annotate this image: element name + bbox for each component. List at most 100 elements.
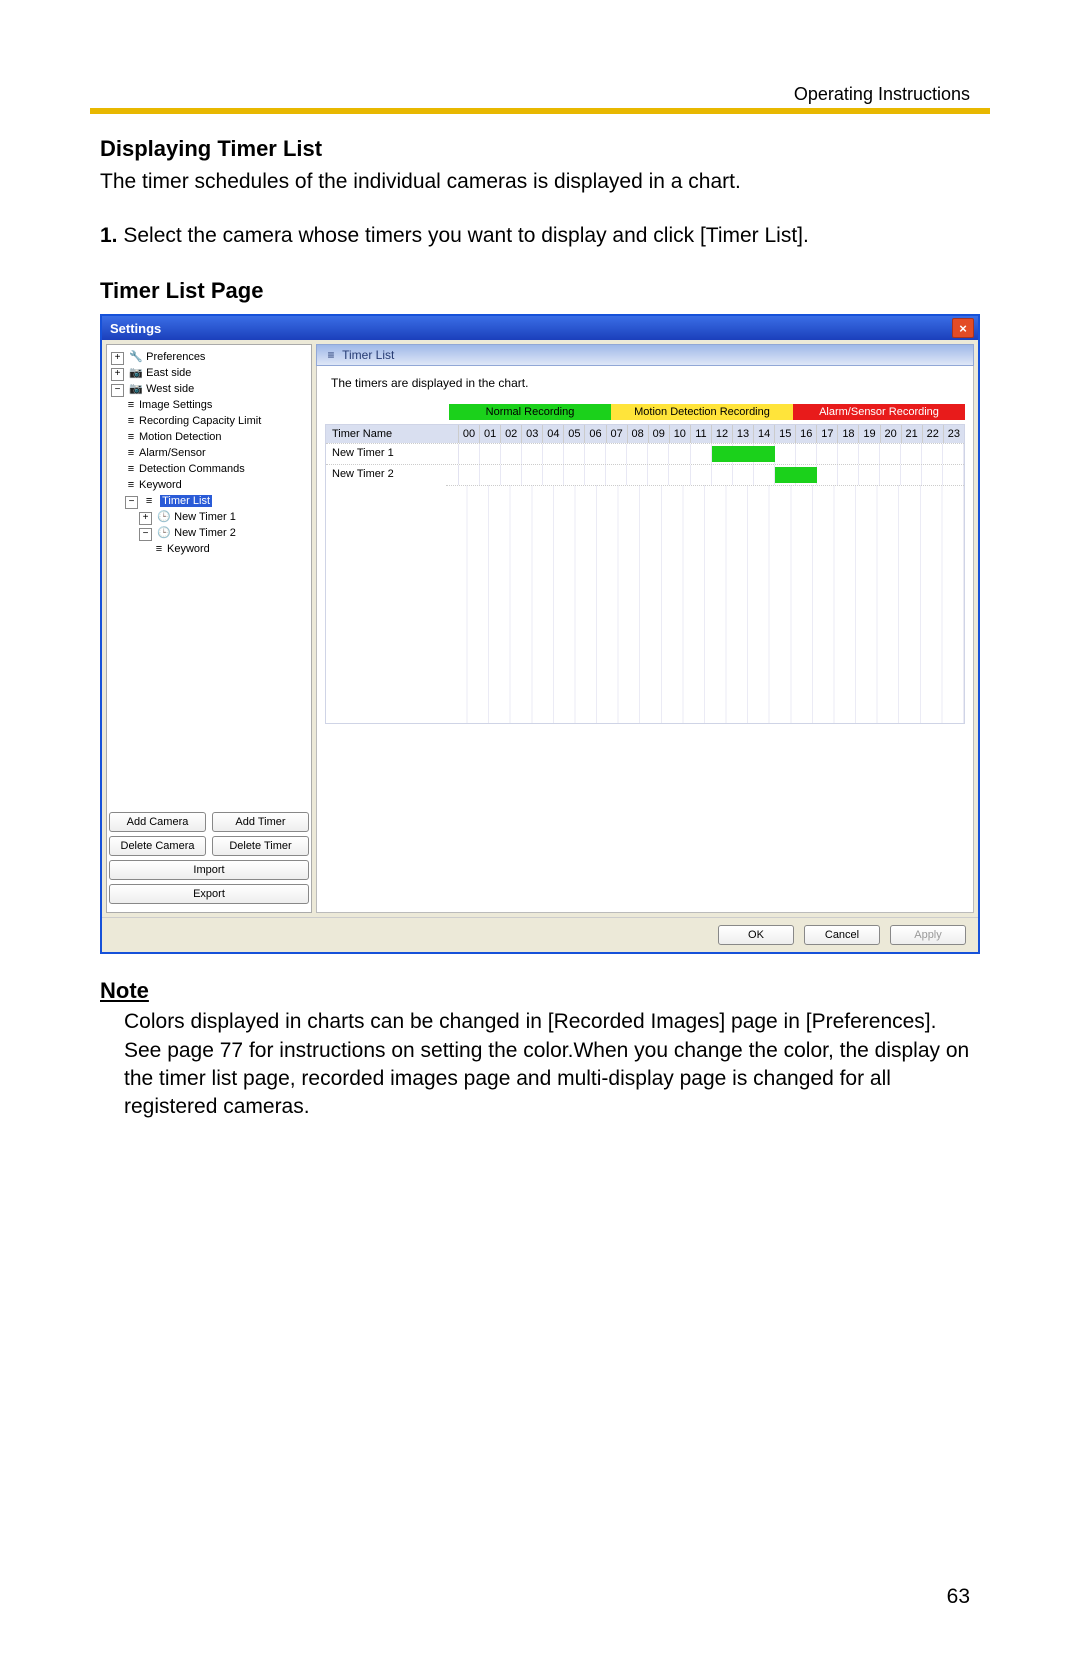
hour-header-cell: 16 xyxy=(796,425,817,443)
timer-name-cell: New Timer 2 xyxy=(326,465,459,485)
hour-cell xyxy=(522,465,543,485)
delete-timer-button[interactable]: Delete Timer xyxy=(212,836,309,856)
tree-timer-list[interactable]: − ≡ Timer List + 🕒 New Timer 1 xyxy=(125,493,309,557)
tree-recording-capacity[interactable]: ≡Recording Capacity Limit xyxy=(125,413,309,429)
hour-cell xyxy=(627,444,648,464)
wrench-icon: 🔧 xyxy=(129,349,141,365)
close-button[interactable]: × xyxy=(952,318,974,338)
hour-cell xyxy=(585,465,606,485)
hour-header-cell: 00 xyxy=(459,425,480,443)
list-icon: ≡ xyxy=(125,397,137,413)
timer-row[interactable]: New Timer 1 xyxy=(326,443,964,464)
ok-button[interactable]: OK xyxy=(718,925,794,945)
page-number: 63 xyxy=(947,1585,970,1609)
sidebar-buttons: Add Camera Add Timer Delete Camera Delet… xyxy=(109,812,309,908)
tree-keyword[interactable]: ≡Keyword xyxy=(125,477,309,493)
hour-header-cell: 01 xyxy=(480,425,501,443)
expand-icon[interactable]: + xyxy=(111,352,124,365)
cancel-button[interactable]: Cancel xyxy=(804,925,880,945)
step-text: Select the camera whose timers you want … xyxy=(123,224,809,247)
hour-cell xyxy=(501,465,522,485)
panel-description: The timers are displayed in the chart. xyxy=(325,376,965,390)
tree-east-side[interactable]: + 📷 East side xyxy=(111,365,309,381)
hour-cell xyxy=(669,444,690,464)
hour-cell xyxy=(522,444,543,464)
note-body: Colors displayed in charts can be change… xyxy=(124,1008,970,1121)
step-1: 1. Select the camera whose timers you wa… xyxy=(100,224,970,248)
timer-bar[interactable] xyxy=(775,467,817,483)
hour-cell xyxy=(880,465,901,485)
hour-cell xyxy=(585,444,606,464)
legend-motion: Motion Detection Recording xyxy=(611,404,793,420)
hour-cell xyxy=(480,444,501,464)
header-right: Operating Instructions xyxy=(794,84,970,105)
import-button[interactable]: Import xyxy=(109,860,309,880)
hour-cell xyxy=(669,465,690,485)
clock-icon: 🕒 xyxy=(157,525,169,541)
tree-alarm-sensor[interactable]: ≡Alarm/Sensor xyxy=(125,445,309,461)
list-icon: ≡ xyxy=(125,413,137,429)
header-rule xyxy=(90,108,990,114)
hour-header-cell: 22 xyxy=(923,425,944,443)
tree-west-side[interactable]: − 📷 West side ≡Image Settings ≡Recording… xyxy=(111,381,309,557)
hour-header-cell: 19 xyxy=(859,425,880,443)
hour-cell xyxy=(859,465,880,485)
hour-header-cell: 20 xyxy=(881,425,902,443)
list-icon: ≡ xyxy=(143,493,155,509)
add-timer-button[interactable]: Add Timer xyxy=(212,812,309,832)
hour-header-cell: 18 xyxy=(838,425,859,443)
hour-cell xyxy=(796,444,817,464)
hour-cell xyxy=(543,465,564,485)
timer-bar[interactable] xyxy=(712,446,775,462)
tree-new-timer-2[interactable]: − 🕒 New Timer 2 ≡Keyword xyxy=(139,525,309,557)
add-camera-button[interactable]: Add Camera xyxy=(109,812,206,832)
hour-cell xyxy=(859,444,880,464)
hour-header-cell: 23 xyxy=(944,425,964,443)
hour-header-cell: 05 xyxy=(564,425,585,443)
apply-button[interactable]: Apply xyxy=(890,925,966,945)
export-button[interactable]: Export xyxy=(109,884,309,904)
legend: Normal Recording Motion Detection Record… xyxy=(325,404,965,420)
window-title: Settings xyxy=(110,321,161,336)
tree-motion-detection[interactable]: ≡Motion Detection xyxy=(125,429,309,445)
tree-label: New Timer 1 xyxy=(174,511,236,523)
collapse-icon[interactable]: − xyxy=(111,384,124,397)
hour-header-cell: 13 xyxy=(733,425,754,443)
tree-new-timer-1[interactable]: + 🕒 New Timer 1 xyxy=(139,509,309,525)
timer-hours xyxy=(459,465,964,485)
subheading-timer-list-page: Timer List Page xyxy=(100,278,970,304)
tree-preferences[interactable]: + 🔧 Preferences xyxy=(111,349,309,365)
hour-header-cell: 10 xyxy=(670,425,691,443)
tree-label-selected: Timer List xyxy=(160,495,212,507)
timer-grid: Timer Name 00010203040506070809101112131… xyxy=(325,424,965,724)
hour-cell xyxy=(564,444,585,464)
tree-keyword-2[interactable]: ≡Keyword xyxy=(153,541,309,557)
hour-header-cell: 11 xyxy=(691,425,712,443)
expand-icon[interactable]: + xyxy=(111,368,124,381)
hour-cell xyxy=(754,465,775,485)
list-icon: ≡ xyxy=(125,477,137,493)
clock-icon: 🕒 xyxy=(157,509,169,525)
collapse-icon[interactable]: − xyxy=(139,528,152,541)
hour-header: 0001020304050607080910111213141516171819… xyxy=(459,425,964,443)
settings-window: Settings × + 🔧 Preferences + xyxy=(100,314,980,954)
tree-detection-commands[interactable]: ≡Detection Commands xyxy=(125,461,309,477)
hour-cell xyxy=(627,465,648,485)
section-title: Displaying Timer List xyxy=(100,136,970,162)
list-icon: ≡ xyxy=(125,445,137,461)
hour-header-cell: 06 xyxy=(585,425,606,443)
hour-cell xyxy=(606,465,627,485)
timer-row[interactable]: New Timer 2 xyxy=(326,464,964,485)
grid-empty-area xyxy=(446,485,964,723)
hour-cell xyxy=(712,465,733,485)
settings-tree[interactable]: + 🔧 Preferences + 📷 East side − 📷 xyxy=(109,349,309,806)
expand-icon[interactable]: + xyxy=(139,512,152,525)
tree-image-settings[interactable]: ≡Image Settings xyxy=(125,397,309,413)
collapse-icon[interactable]: − xyxy=(125,496,138,509)
sidebar: + 🔧 Preferences + 📷 East side − 📷 xyxy=(106,344,312,913)
delete-camera-button[interactable]: Delete Camera xyxy=(109,836,206,856)
hour-header-cell: 09 xyxy=(649,425,670,443)
hour-cell xyxy=(733,465,754,485)
camera-icon: 📷 xyxy=(129,381,141,397)
hour-header-cell: 21 xyxy=(902,425,923,443)
